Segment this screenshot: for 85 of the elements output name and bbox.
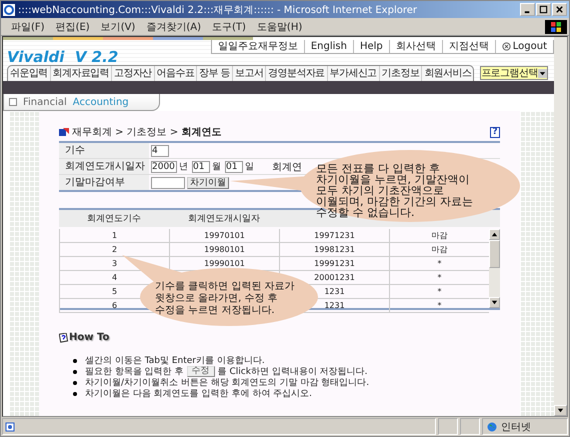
nav-tab[interactable]: 쉬운입력 [8, 66, 50, 81]
maximize-button[interactable] [536, 3, 551, 16]
globe-icon [487, 422, 497, 432]
status-panel [438, 418, 458, 435]
table-cell: * [438, 301, 442, 310]
bookmark-icon [59, 128, 69, 136]
section-label: Accounting [72, 96, 129, 108]
table-cell: 19970101 [204, 231, 245, 240]
period-link[interactable]: 1 [112, 231, 118, 240]
header-link[interactable]: English [304, 40, 353, 53]
unit-label: 일 [245, 161, 254, 173]
section-label: Financial [23, 96, 67, 108]
menu-item[interactable]: 파일(F) [11, 20, 45, 34]
page-scrollbar[interactable] [554, 37, 567, 416]
table-cell: * [438, 259, 442, 268]
table-cell: 1231 [324, 301, 345, 310]
close-circle-icon [502, 42, 511, 51]
instruction-text: 필요한 항목을 입력한 후 [85, 366, 184, 378]
menu-item[interactable]: 편집(E) [56, 20, 90, 34]
menu-item[interactable]: 보기(V) [100, 20, 136, 34]
dropdown-arrow-icon [538, 68, 547, 78]
instruction-text: 셀간의 이동은 Tab및 Enter키를 이용합니다. [85, 355, 265, 366]
period-link[interactable]: 2 [112, 245, 118, 254]
table-cell: * [438, 273, 442, 282]
how-to-heading: How To [59, 332, 500, 343]
table-cell: 19990101 [204, 259, 245, 268]
header-link[interactable]: 일일주요재무정보 [212, 40, 304, 53]
scroll-up-icon [491, 231, 498, 238]
carry-forward-button[interactable]: 차기이월 [187, 176, 229, 188]
table-cell: 1231 [324, 287, 345, 296]
browser-icon [3, 4, 15, 16]
instruction-text: 차기이월/차기이월취소 버튼은 해당 회계연도의 기말 마감 형태입니다. [85, 377, 370, 389]
table-cell: 19971231 [314, 231, 355, 240]
period-link[interactable]: 6 [112, 301, 118, 310]
unit-label: 월 [212, 161, 221, 173]
header-link[interactable]: Help [352, 40, 389, 53]
menu-item[interactable]: 도움말(H) [256, 20, 302, 34]
instruction-text: 를 Click하면 입력내용이 저장됩니다. [218, 366, 368, 378]
window-title: ::::webNaccounting.Com:::Vivaldi 2.2:::재무회계:::::: - Microsoft Internet Explorer [18, 4, 418, 16]
scroll-down-icon [557, 407, 564, 414]
windows-logo-icon [545, 20, 567, 34]
table-cell: 19991231 [314, 259, 355, 268]
vivaldi-logo: Vivaldi V 2.2 [6, 47, 118, 65]
table-cell: 19980101 [204, 245, 245, 254]
zone-label: 인터넷 [501, 420, 531, 434]
period-link[interactable]: 4 [112, 273, 118, 282]
header-link[interactable]: 회사선택 [388, 40, 442, 53]
table-cell: 마감 [432, 231, 448, 240]
scrollbar[interactable] [489, 229, 500, 308]
unit-label: 년 [179, 161, 188, 173]
table-cell: 20001231 [314, 273, 355, 282]
checkbox-icon [9, 98, 17, 106]
period-input[interactable]: 4 [151, 144, 169, 156]
maximize-icon [539, 5, 548, 14]
field-label: 기말마감여부 [59, 175, 149, 190]
menu-item[interactable]: 즐겨찾기(A) [146, 20, 201, 34]
year-input[interactable]: 2000 [151, 160, 177, 172]
period-link[interactable]: 3 [112, 259, 118, 268]
minimize-button[interactable] [520, 3, 535, 16]
column-header: 회계연도개시일자 [188, 214, 260, 224]
menu-item[interactable]: 도구(T) [212, 20, 246, 34]
month-input[interactable]: 01 [192, 160, 210, 172]
header-link[interactable]: 지점선택 [442, 40, 495, 53]
table-cell: 19981231 [314, 245, 355, 254]
field-label: 기수 [59, 143, 149, 158]
close-button[interactable] [552, 3, 567, 16]
program-select[interactable]: 프로그램선택 [480, 66, 548, 80]
day-input[interactable]: 01 [225, 160, 243, 172]
period-link[interactable]: 5 [112, 287, 118, 296]
scroll-down-icon [491, 299, 498, 306]
breadcrumb: 재무회계 > 기초정보 > 회계연도 [72, 126, 222, 139]
logout-link[interactable]: Logout [494, 40, 553, 53]
column-header: 회계연도기수 [87, 214, 141, 224]
page-icon [5, 422, 15, 432]
close-icon [555, 5, 564, 14]
table-cell: 마감 [432, 245, 448, 254]
callout-text: 기수를 클릭하면 입력된 자료가 윗창으로 올라가면, 수정 후 수정을 누르면 저장됩니다. [155, 281, 295, 317]
field-label: 회계연도개시일자 [59, 159, 149, 174]
status-panel [460, 418, 480, 435]
instruction-text: 차기이월은 다음 회계연도를 입력한 후에 하여 주십시오. [85, 388, 312, 400]
field-label: 회계연 [272, 160, 302, 174]
table-cell: * [438, 287, 442, 296]
help-card-icon [59, 333, 69, 343]
input-field[interactable] [151, 176, 185, 188]
callout-text: 모든 전표를 다 입력한 후 차기이월을 누르면, 기말잔액이 모두 차기의 기초잔액으로 이월되며, 마감한 기간의 자료는 수정할 수 없습니다. [316, 163, 473, 218]
